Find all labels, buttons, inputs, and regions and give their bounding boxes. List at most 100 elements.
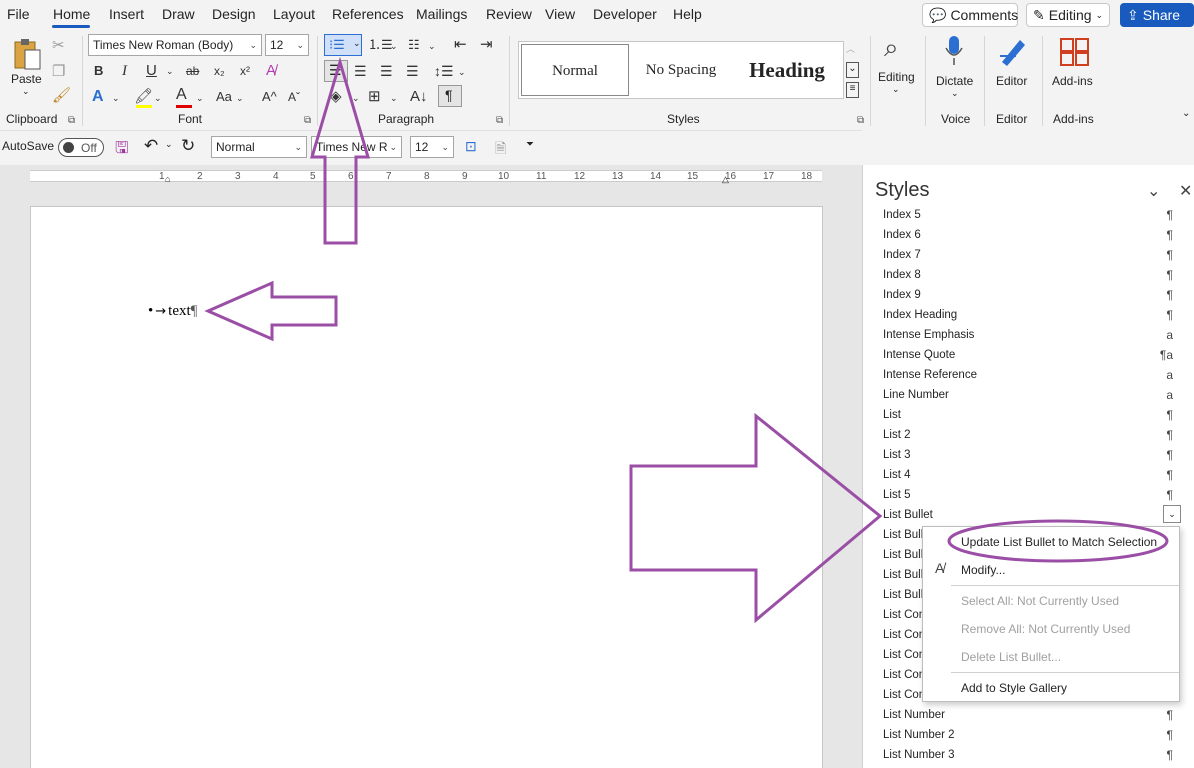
tab-insert[interactable]: Insert <box>109 6 144 22</box>
paste-icon[interactable] <box>12 38 42 72</box>
subscript-button[interactable]: x₂ <box>214 61 225 81</box>
tab-review[interactable]: Review <box>486 6 532 22</box>
align-center-icon[interactable]: ☰ <box>354 61 367 81</box>
style-list-item[interactable]: Index 6 ¶ <box>883 225 1173 245</box>
style-heading[interactable]: Heading <box>733 44 841 96</box>
style-list-item[interactable]: List 5 ¶ <box>883 485 1173 505</box>
style-list-item[interactable]: List 4 ¶ <box>883 465 1173 485</box>
font-size-combo[interactable]: 12 ⌄ <box>265 34 309 56</box>
style-list-item[interactable]: List Bullet¶ <box>883 505 1173 525</box>
bullets-button[interactable]: ⁝☰ ⌄ <box>324 34 362 56</box>
numbering-icon[interactable]: ⒈☰ <box>368 35 393 55</box>
style-list-item[interactable]: Line Number a <box>883 385 1173 405</box>
style-list-item[interactable]: List 2 ¶ <box>883 425 1173 445</box>
align-left-button[interactable]: ☰ <box>324 60 348 82</box>
horizontal-ruler[interactable]: 1 2 3 4 5 6 7 8 9 10 11 12 13 14 15 16 1… <box>0 165 862 187</box>
highlight-icon[interactable]: 🖍 <box>134 87 153 107</box>
style-list-item[interactable]: List Number ¶ <box>883 705 1173 725</box>
style-list-item[interactable]: Index Heading ¶ <box>883 305 1173 325</box>
chevron-down-icon[interactable]: ⌄ <box>390 36 398 56</box>
font-color-icon[interactable]: A <box>176 85 187 105</box>
style-list-item[interactable]: List Number 3 ¶ <box>883 745 1173 765</box>
comments-button[interactable]: 💬 Comments <box>922 3 1018 27</box>
chevron-down-icon[interactable]: ⌄ <box>165 139 173 150</box>
decrease-indent-icon[interactable]: ⇤ <box>454 35 467 55</box>
font-name-combo[interactable]: Times New Roman (Body) ⌄ <box>88 34 262 56</box>
style-no-spacing[interactable]: No Spacing <box>631 44 731 96</box>
undo-icon[interactable]: ↶ <box>144 136 158 156</box>
style-list-item[interactable]: Index 9 ¶ <box>883 285 1173 305</box>
paste-chevron-icon[interactable]: ⌄ <box>22 86 30 97</box>
redo-icon[interactable]: ↻ <box>181 136 195 156</box>
document-icon[interactable]: 🗎 <box>495 138 506 162</box>
shrink-font-icon[interactable]: Aˇ <box>288 87 300 107</box>
style-list-item[interactable]: Index 8 ¶ <box>883 265 1173 285</box>
editor-button[interactable]: Editor <box>994 32 1034 104</box>
tab-layout[interactable]: Layout <box>273 6 315 22</box>
text-effects-icon[interactable]: A <box>92 87 104 107</box>
editing-button[interactable]: ⌕ Editing ⌄ <box>878 32 918 102</box>
addins-button[interactable]: Add-ins <box>1050 32 1100 104</box>
update-style-item[interactable]: Update List Bullet to Match Selection <box>961 535 1157 549</box>
indent-marker[interactable]: ⌂ <box>165 174 170 184</box>
font-launcher-icon[interactable]: ⧉ <box>304 115 311 126</box>
chevron-down-icon[interactable]: ⌄ <box>196 88 204 108</box>
show-formatting-button[interactable]: ¶ <box>438 85 462 107</box>
tab-home[interactable]: Home <box>53 6 90 22</box>
grow-font-icon[interactable]: A^ <box>262 87 277 107</box>
sort-icon[interactable]: A↓ <box>410 87 428 107</box>
document-page[interactable]: • → text¶ <box>30 206 823 768</box>
autosave-toggle[interactable]: Off <box>58 138 104 157</box>
style-list-item[interactable]: List 3 ¶ <box>883 445 1173 465</box>
tab-references[interactable]: References <box>332 6 404 22</box>
align-right-icon[interactable]: ☰ <box>380 61 393 81</box>
style-list-item[interactable]: List ¶ <box>883 405 1173 425</box>
paragraph-launcher-icon[interactable]: ⧉ <box>496 115 503 126</box>
copy-icon[interactable]: ❐ <box>52 62 65 82</box>
dictate-button[interactable]: Dictate ⌄ <box>932 32 978 104</box>
superscript-button[interactable]: x² <box>240 61 250 81</box>
tab-help[interactable]: Help <box>673 6 702 22</box>
style-list-item[interactable]: List Number 2 ¶ <box>883 725 1173 745</box>
tab-draw[interactable]: Draw <box>162 6 195 22</box>
underline-button[interactable]: U <box>146 61 157 81</box>
clipboard-launcher-icon[interactable]: ⧉ <box>68 115 75 126</box>
chevron-down-icon[interactable]: ⌄ <box>458 62 466 82</box>
style-normal[interactable]: Normal <box>521 44 629 96</box>
increase-indent-icon[interactable]: ⇥ <box>480 35 493 55</box>
size-combo[interactable]: 12 ⌄ <box>410 136 454 158</box>
gallery-scroll[interactable]: ︿ ⌄ ≡ <box>846 42 860 98</box>
gallery-more-icon[interactable]: ≡ <box>846 82 859 98</box>
right-indent-marker[interactable]: △ <box>722 174 729 185</box>
borders-icon[interactable]: ⊞ <box>368 87 381 107</box>
chevron-down-icon[interactable]: ⌄ <box>112 88 120 108</box>
chevron-up-icon[interactable]: ︿ <box>846 42 855 55</box>
cut-icon[interactable]: ✂ <box>52 36 65 56</box>
tab-file[interactable]: File <box>7 6 30 22</box>
chevron-down-icon[interactable]: ⌄ <box>390 88 398 108</box>
italic-button[interactable]: I <box>122 61 127 81</box>
bulleted-paragraph[interactable]: • → text¶ <box>148 303 197 320</box>
chevron-down-icon[interactable]: ⌄ <box>1147 181 1160 201</box>
paste-button[interactable]: Paste <box>11 72 42 86</box>
text-box-icon[interactable]: ⊡ <box>465 138 477 155</box>
style-list-item[interactable]: Intense Reference a <box>883 365 1173 385</box>
style-dropdown-button[interactable]: ⌄ <box>1163 505 1181 523</box>
share-button[interactable]: ⇪ Share <box>1120 3 1194 27</box>
chevron-down-icon[interactable]: ⌄ <box>236 88 244 108</box>
line-spacing-icon[interactable]: ↕☰ <box>434 61 454 81</box>
tab-view[interactable]: View <box>545 6 575 22</box>
tab-design[interactable]: Design <box>212 6 256 22</box>
chevron-down-icon[interactable]: ⌄ <box>352 88 360 108</box>
customize-toolbar-icon[interactable]: ⏷ <box>526 139 534 150</box>
tab-mailings[interactable]: Mailings <box>416 6 467 22</box>
chevron-down-icon[interactable]: ⌄ <box>154 88 162 108</box>
style-combo[interactable]: Normal ⌄ <box>211 136 307 158</box>
multilevel-list-icon[interactable]: ☷ <box>408 35 420 55</box>
chevron-down-icon[interactable]: ⌄ <box>166 61 174 81</box>
add-to-gallery-item[interactable]: Add to Style Gallery <box>961 681 1067 695</box>
chevron-down-icon[interactable]: ⌄ <box>846 62 859 78</box>
tab-developer[interactable]: Developer <box>593 6 657 22</box>
strikethrough-button[interactable]: ab <box>186 61 199 81</box>
collapse-ribbon-icon[interactable]: ⌄ <box>1182 108 1190 119</box>
